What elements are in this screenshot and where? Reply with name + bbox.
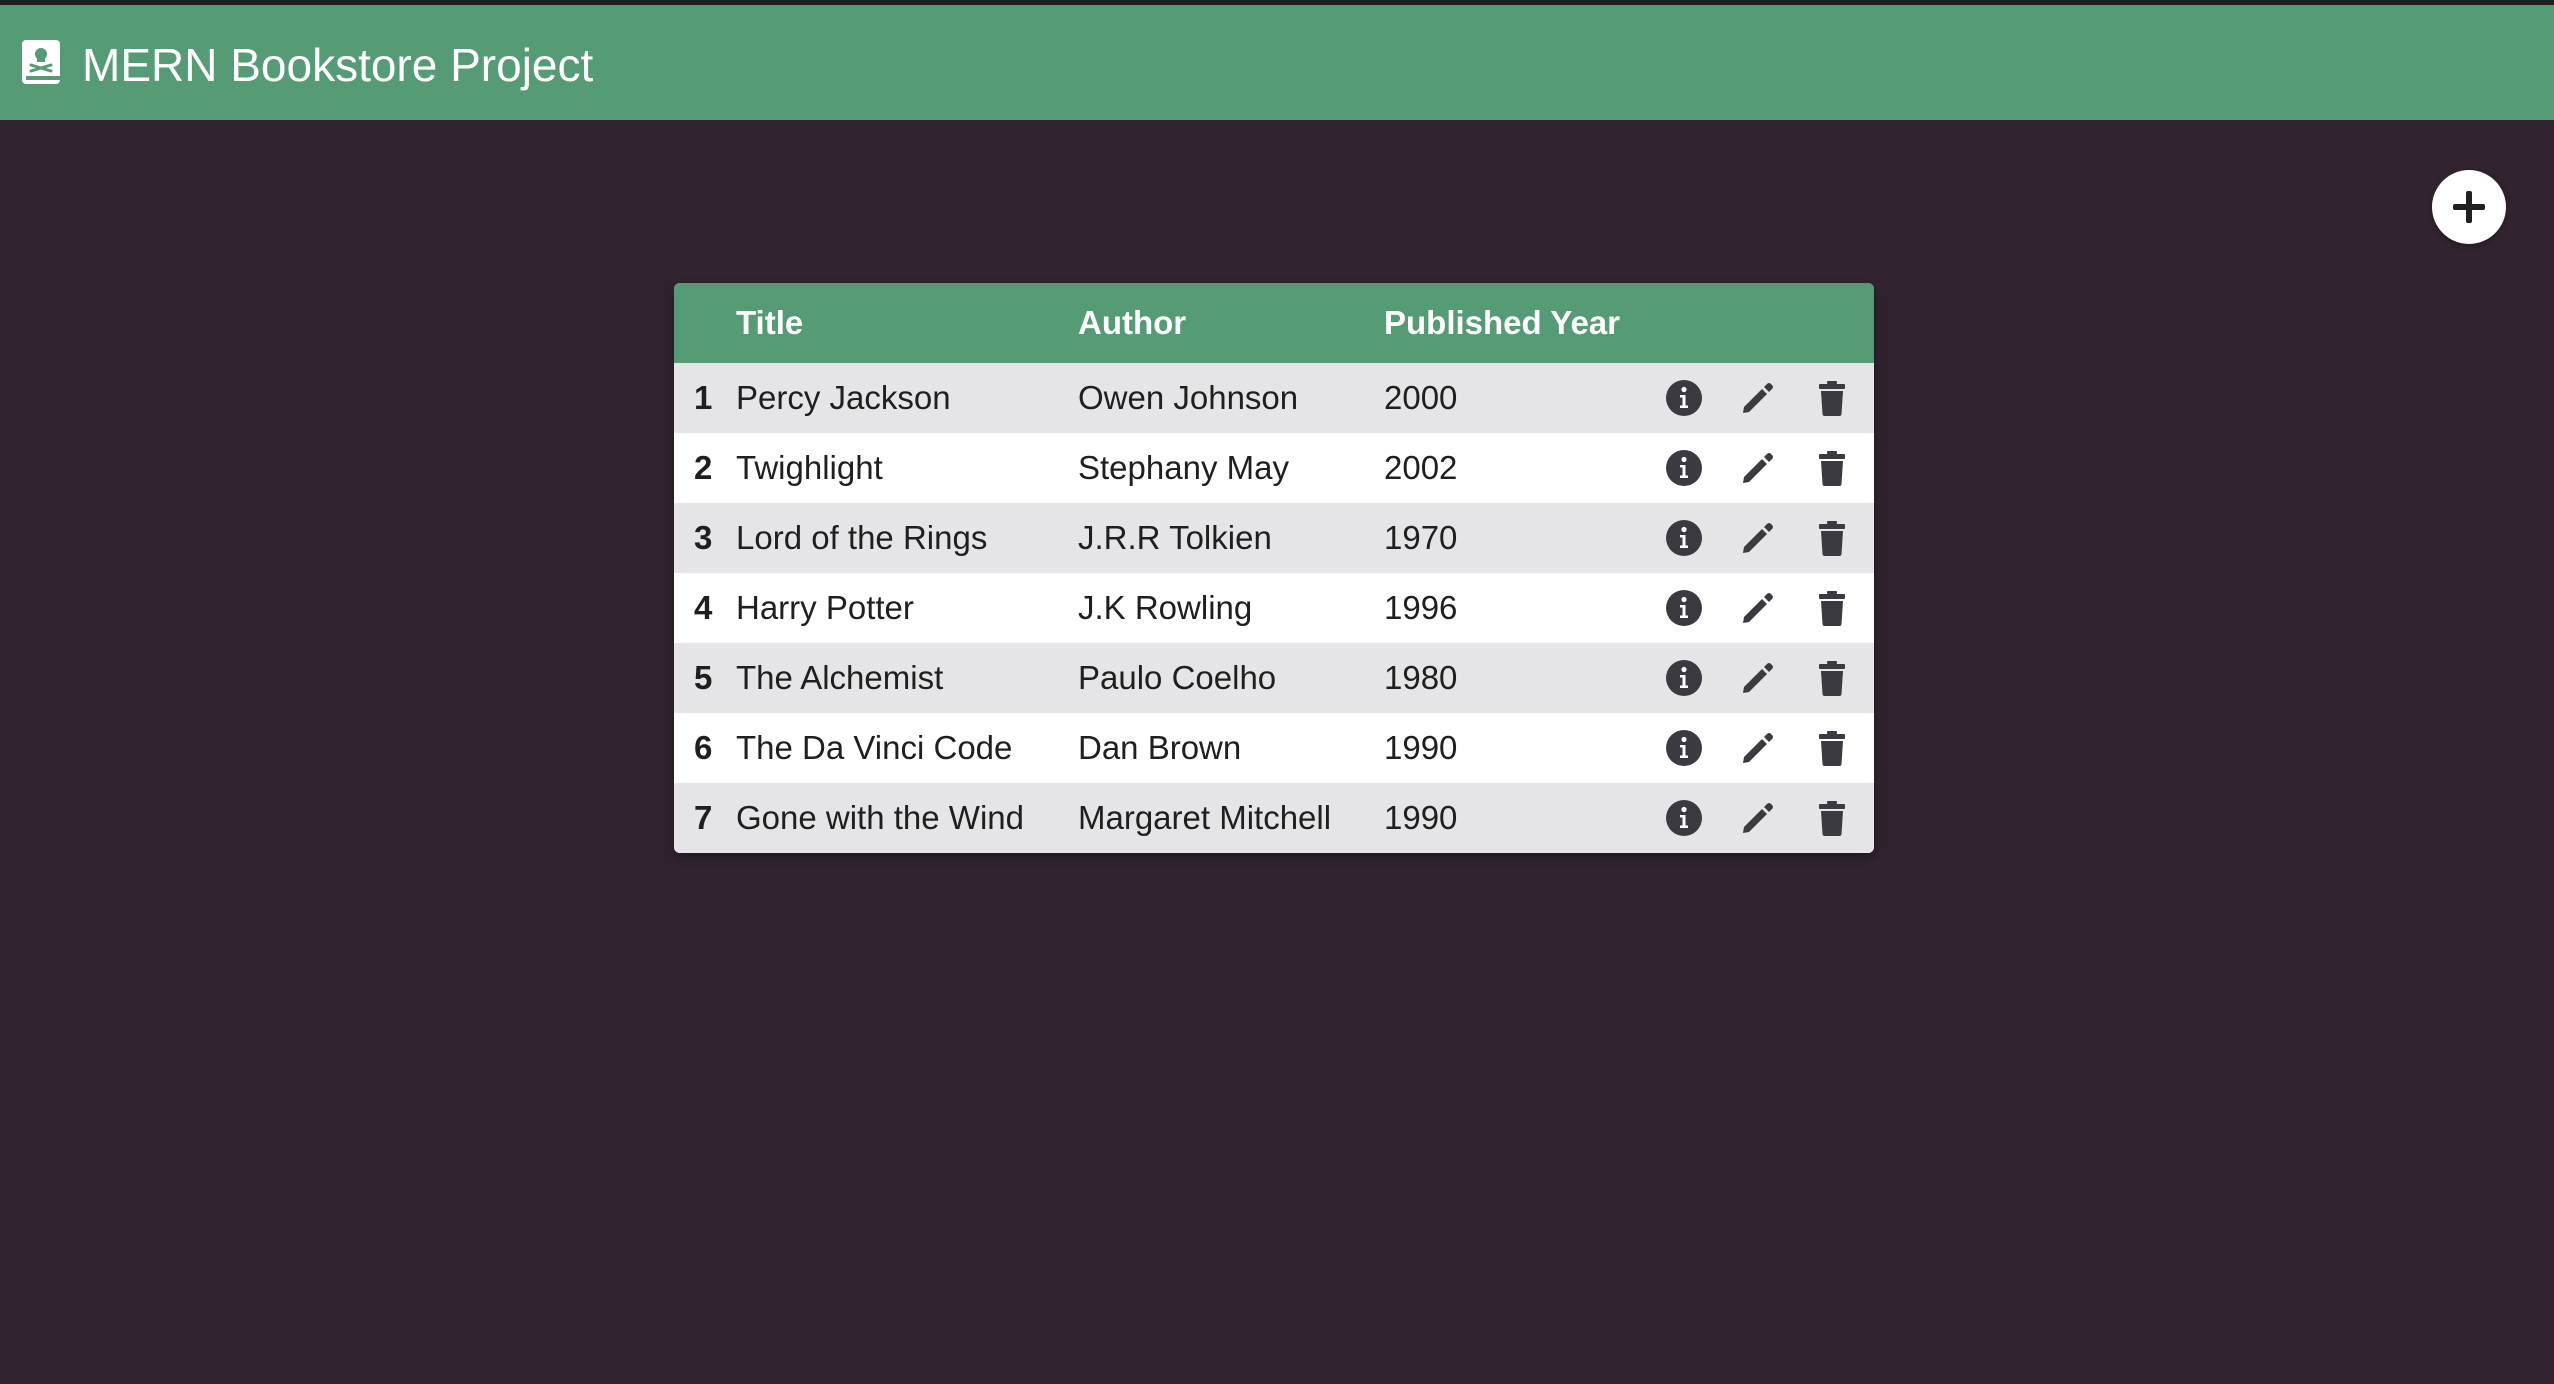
- row-actions: [1664, 503, 1874, 573]
- book-author: Paulo Coelho: [1078, 659, 1277, 696]
- edit-button[interactable]: [1738, 588, 1778, 628]
- edit-button[interactable]: [1738, 798, 1778, 838]
- table-row: 1 Percy Jackson Owen Johnson 2000: [674, 363, 1874, 433]
- info-button[interactable]: [1664, 658, 1704, 698]
- pencil-icon: [1743, 803, 1773, 833]
- info-circle-icon: [1666, 590, 1702, 626]
- trash-icon: [1819, 801, 1845, 836]
- row-number: 1: [694, 379, 713, 416]
- edit-button[interactable]: [1738, 518, 1778, 558]
- delete-button[interactable]: [1812, 588, 1852, 628]
- delete-button[interactable]: [1812, 728, 1852, 768]
- info-circle-icon: [1666, 800, 1702, 836]
- delete-button[interactable]: [1812, 518, 1852, 558]
- trash-icon: [1819, 381, 1845, 416]
- pencil-icon: [1743, 383, 1773, 413]
- book-title: Lord of the Rings: [736, 519, 988, 556]
- trash-icon: [1819, 521, 1845, 556]
- book-year: 1970: [1384, 519, 1458, 556]
- column-header-number: [674, 283, 736, 363]
- book-year: 1996: [1384, 589, 1458, 626]
- row-number: 6: [694, 729, 713, 766]
- add-book-button[interactable]: [2432, 170, 2506, 244]
- info-circle-icon: [1666, 730, 1702, 766]
- delete-button[interactable]: [1812, 448, 1852, 488]
- book-year: 2000: [1384, 379, 1458, 416]
- pencil-icon: [1743, 733, 1773, 763]
- info-circle-icon: [1666, 450, 1702, 486]
- delete-button[interactable]: [1812, 658, 1852, 698]
- book-title: Twighlight: [736, 449, 883, 486]
- book-year: 1980: [1384, 659, 1458, 696]
- delete-button[interactable]: [1812, 798, 1852, 838]
- app-header: MERN Bookstore Project: [0, 5, 2554, 120]
- pencil-icon: [1743, 593, 1773, 623]
- app-title: MERN Bookstore Project: [82, 39, 594, 91]
- book-author: J.R.R Tolkien: [1078, 519, 1272, 556]
- info-button[interactable]: [1664, 798, 1704, 838]
- table-row: 4 Harry Potter J.K Rowling 1996: [674, 573, 1874, 643]
- row-actions: [1664, 433, 1874, 503]
- row-actions: [1664, 643, 1874, 713]
- table-row: 5 The Alchemist Paulo Coelho 1980: [674, 643, 1874, 713]
- book-author: J.K Rowling: [1078, 589, 1253, 626]
- table-row: 6 The Da Vinci Code Dan Brown 1990: [674, 713, 1874, 783]
- pencil-icon: [1743, 453, 1773, 483]
- book-title: The Da Vinci Code: [736, 729, 1013, 766]
- edit-button[interactable]: [1738, 378, 1778, 418]
- info-button[interactable]: [1664, 518, 1704, 558]
- delete-button[interactable]: [1812, 378, 1852, 418]
- book-year: 1990: [1384, 729, 1458, 766]
- book-year: 1990: [1384, 799, 1458, 836]
- row-number: 3: [694, 519, 713, 556]
- info-button[interactable]: [1664, 588, 1704, 628]
- edit-button[interactable]: [1738, 658, 1778, 698]
- row-number: 5: [694, 659, 713, 696]
- table-row: 7 Gone with the Wind Margaret Mitchell 1…: [674, 783, 1874, 853]
- plus-circle-icon: [2453, 191, 2485, 223]
- book-title: Gone with the Wind: [736, 799, 1024, 836]
- row-number: 4: [694, 589, 713, 626]
- book-author: Owen Johnson: [1078, 379, 1299, 416]
- books-table-card: Title Author Published Year 1 Percy Jack…: [674, 283, 1874, 853]
- book-year: 2002: [1384, 449, 1458, 486]
- column-header-author: Author: [1078, 304, 1187, 341]
- table-row: 2 Twighlight Stephany May 2002: [674, 433, 1874, 503]
- column-header-actions: [1664, 283, 1874, 363]
- row-actions: [1664, 573, 1874, 643]
- info-button[interactable]: [1664, 448, 1704, 488]
- column-header-year: Published Year: [1384, 304, 1620, 341]
- row-actions: [1664, 363, 1874, 433]
- book-title: The Alchemist: [736, 659, 944, 696]
- edit-button[interactable]: [1738, 448, 1778, 488]
- row-number: 7: [694, 799, 713, 836]
- info-button[interactable]: [1664, 728, 1704, 768]
- trash-icon: [1819, 731, 1845, 766]
- column-header-title: Title: [736, 304, 804, 341]
- book-skull-icon: [20, 38, 64, 88]
- row-actions: [1664, 783, 1874, 853]
- pencil-icon: [1743, 663, 1773, 693]
- info-circle-icon: [1666, 520, 1702, 556]
- row-actions: [1664, 713, 1874, 783]
- book-title: Percy Jackson: [736, 379, 951, 416]
- info-circle-icon: [1666, 660, 1702, 696]
- book-author: Dan Brown: [1078, 729, 1242, 766]
- table-header-row: Title Author Published Year: [674, 283, 1874, 363]
- book-author: Margaret Mitchell: [1078, 799, 1332, 836]
- trash-icon: [1819, 661, 1845, 696]
- book-title: Harry Potter: [736, 589, 914, 626]
- table-row: 3 Lord of the Rings J.R.R Tolkien 1970: [674, 503, 1874, 573]
- book-author: Stephany May: [1078, 449, 1289, 486]
- trash-icon: [1819, 591, 1845, 626]
- books-table: Title Author Published Year 1 Percy Jack…: [674, 283, 1874, 853]
- trash-icon: [1819, 451, 1845, 486]
- info-circle-icon: [1666, 380, 1702, 416]
- row-number: 2: [694, 449, 713, 486]
- pencil-icon: [1743, 523, 1773, 553]
- edit-button[interactable]: [1738, 728, 1778, 768]
- info-button[interactable]: [1664, 378, 1704, 418]
